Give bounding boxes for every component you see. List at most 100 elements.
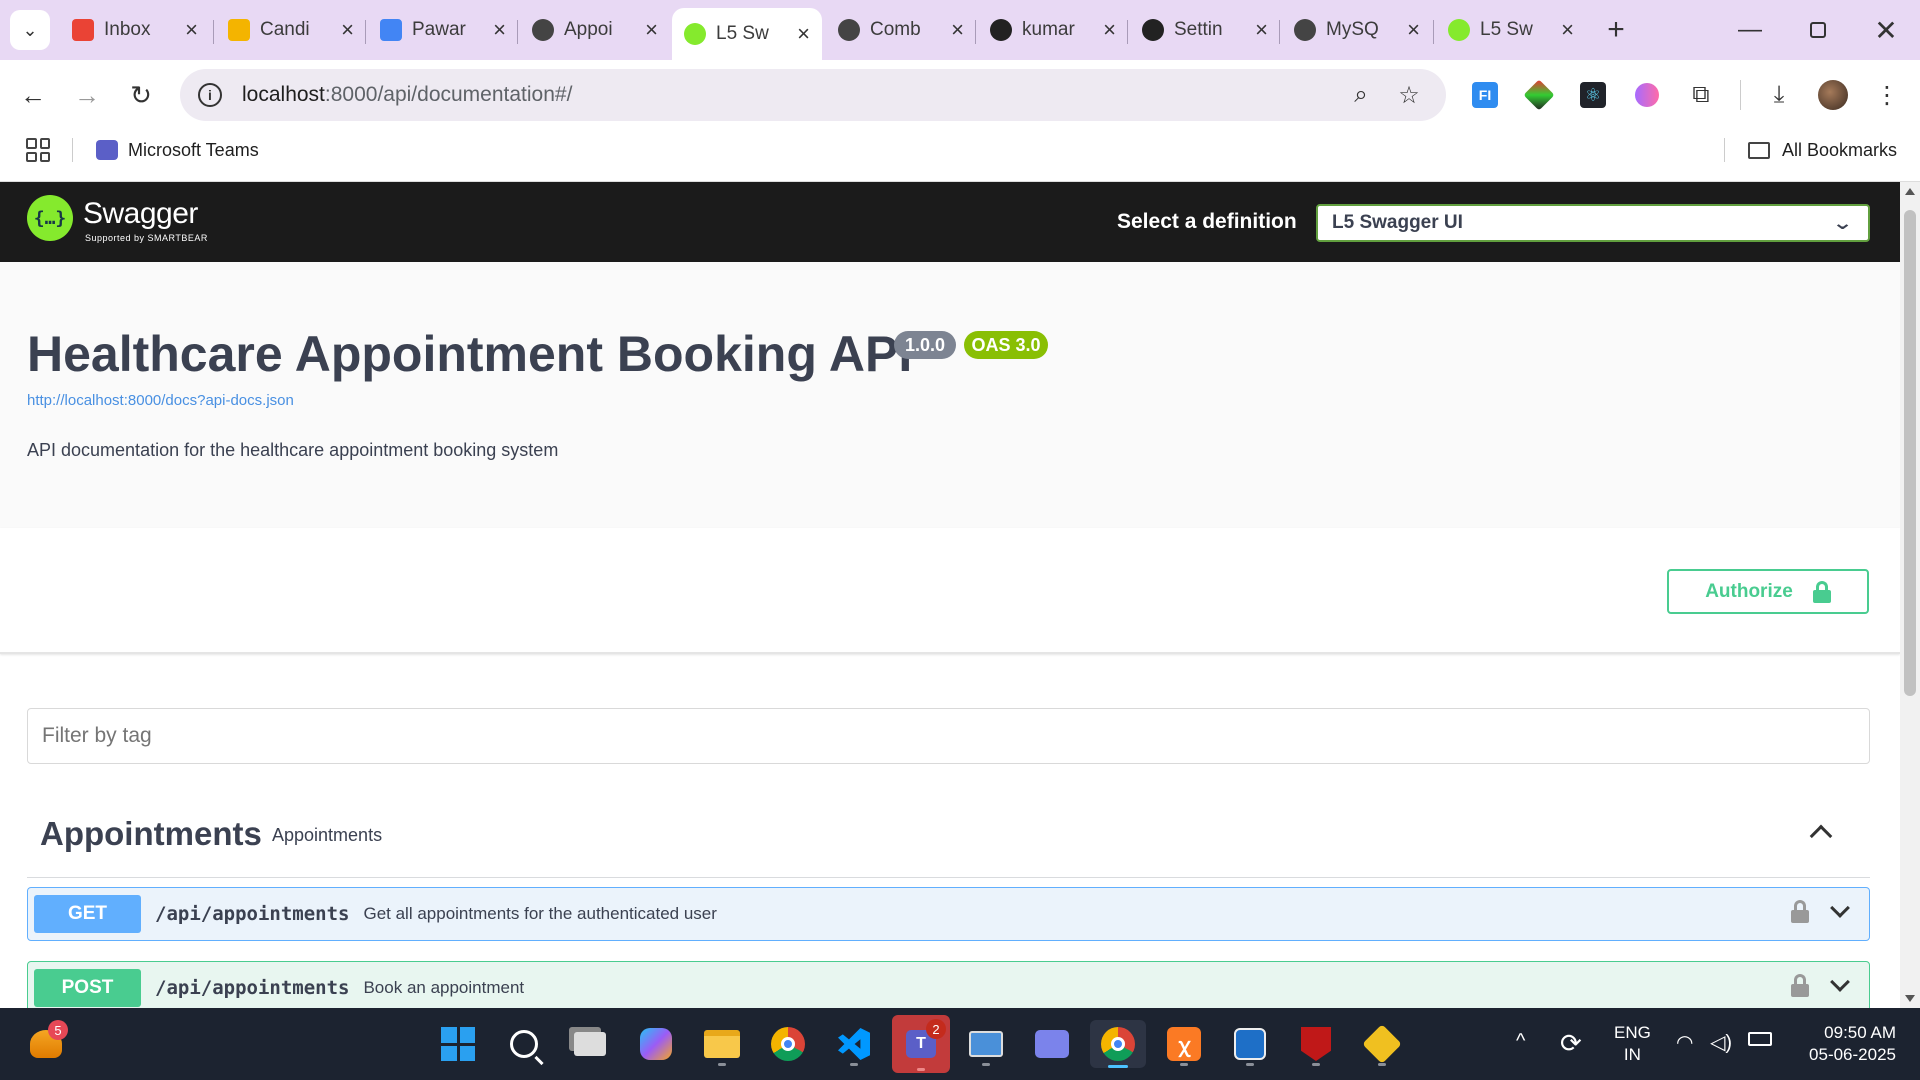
- browser-tab[interactable]: Candi ×: [216, 8, 366, 52]
- tab-close-icon[interactable]: ×: [797, 21, 810, 47]
- github-icon: [990, 19, 1012, 41]
- profile-avatar[interactable]: [1818, 80, 1848, 110]
- search-icon: [510, 1030, 544, 1066]
- forward-button[interactable]: →: [70, 78, 104, 112]
- tab-close-icon[interactable]: ×: [1255, 17, 1268, 43]
- vscode-button[interactable]: [830, 1020, 878, 1068]
- start-button[interactable]: [434, 1020, 482, 1068]
- browser-tab[interactable]: kumar ×: [978, 8, 1128, 52]
- extensions-puzzle-icon[interactable]: ⧉: [1686, 80, 1716, 110]
- extension-fi-icon[interactable]: FI: [1470, 80, 1500, 110]
- language-indicator[interactable]: ENG IN: [1614, 1022, 1651, 1066]
- vscode-icon: [838, 1028, 870, 1060]
- tab-close-icon[interactable]: ×: [493, 17, 506, 43]
- operation-get-appointments[interactable]: GET /api/appointments Get all appointmen…: [27, 887, 1870, 941]
- bookmark-microsoft-teams[interactable]: Microsoft Teams: [96, 136, 259, 164]
- task-view-button[interactable]: [566, 1020, 614, 1068]
- bookmark-star-icon[interactable]: ☆: [1394, 80, 1424, 110]
- download-icon[interactable]: ⤓: [1764, 80, 1794, 110]
- swagger-logo[interactable]: {…} Swagger Supported by SMARTBEAR: [27, 195, 208, 243]
- address-bar[interactable]: i localhost:8000/api/documentation#/: [180, 69, 1446, 121]
- chrome-button[interactable]: [764, 1020, 812, 1068]
- reload-button[interactable]: ↻: [124, 78, 158, 112]
- browser-tab[interactable]: L5 Sw ×: [1436, 8, 1586, 52]
- authorize-label: Authorize: [1705, 580, 1793, 602]
- all-bookmarks-button[interactable]: All Bookmarks: [1748, 136, 1897, 164]
- chevron-down-icon[interactable]: [1830, 972, 1850, 992]
- back-button[interactable]: ←: [16, 78, 50, 112]
- spec-link[interactable]: http://localhost:8000/docs?api-docs.json: [27, 392, 294, 409]
- sync-icon[interactable]: ⟳: [1560, 1028, 1582, 1059]
- tab-close-icon[interactable]: ×: [185, 17, 198, 43]
- scrollbar-thumb[interactable]: [1904, 210, 1916, 696]
- copilot-button[interactable]: [632, 1020, 680, 1068]
- tab-separator: [1279, 20, 1280, 44]
- browser-tab[interactable]: Settin ×: [1130, 8, 1280, 52]
- remote-desktop-button[interactable]: [962, 1020, 1010, 1068]
- tab-title: Candi: [260, 19, 310, 40]
- restore-button[interactable]: [1798, 10, 1838, 50]
- xampp-button[interactable]: ꭓ: [1160, 1020, 1208, 1068]
- scroll-up-arrow[interactable]: [1905, 188, 1915, 195]
- file-explorer-button[interactable]: [698, 1020, 746, 1068]
- extension-color-icon[interactable]: [1523, 79, 1555, 111]
- lock-icon[interactable]: [1791, 900, 1809, 924]
- xampp-icon: ꭓ: [1167, 1027, 1201, 1061]
- chevron-down-icon[interactable]: [1830, 898, 1850, 918]
- battery-icon[interactable]: [1748, 1032, 1772, 1046]
- chrome-active-button[interactable]: [1090, 1020, 1146, 1068]
- menu-kebab-icon[interactable]: ⋮: [1872, 80, 1902, 110]
- operation-post-appointments[interactable]: POST /api/appointments Book an appointme…: [27, 961, 1870, 1015]
- close-window-button[interactable]: ✕: [1866, 10, 1906, 50]
- tag-description: Appointments: [272, 825, 383, 845]
- folder-icon: [1748, 141, 1770, 159]
- tab-close-icon[interactable]: ×: [645, 17, 658, 43]
- toolbar-separator: [1740, 80, 1741, 110]
- app-settings-button[interactable]: [1226, 1020, 1274, 1068]
- wifi-icon[interactable]: ◠: [1676, 1030, 1693, 1055]
- show-hidden-icons[interactable]: ^: [1516, 1030, 1525, 1053]
- tab-close-icon[interactable]: ×: [341, 17, 354, 43]
- clock[interactable]: 09:50 AM 05-06-2025: [1796, 1022, 1896, 1066]
- git-client-button[interactable]: [1358, 1020, 1406, 1068]
- browser-tab[interactable]: Appoi ×: [520, 8, 670, 52]
- authorize-button[interactable]: Authorize: [1667, 569, 1869, 614]
- teams-personal-button[interactable]: [1028, 1020, 1076, 1068]
- zoom-icon[interactable]: ⌕: [1346, 80, 1376, 110]
- browser-tab[interactable]: Comb ×: [826, 8, 976, 52]
- extension-brain-icon[interactable]: [1632, 80, 1662, 110]
- tab-title: Appoi: [564, 19, 613, 40]
- tab-close-icon[interactable]: ×: [1103, 17, 1116, 43]
- extension-react-icon[interactable]: ⚛: [1578, 80, 1608, 110]
- scroll-down-arrow[interactable]: [1905, 995, 1915, 1002]
- teams-button[interactable]: T 2: [892, 1015, 950, 1073]
- browser-tab[interactable]: Pawar ×: [368, 8, 518, 52]
- tab-search-button[interactable]: ⌄: [10, 10, 50, 50]
- apps-grid-icon[interactable]: [26, 138, 50, 162]
- method-badge: POST: [34, 969, 141, 1007]
- site-info-icon[interactable]: i: [198, 83, 222, 107]
- page-scrollbar[interactable]: [1900, 182, 1920, 1008]
- new-tab-button[interactable]: +: [1598, 12, 1634, 48]
- definition-select[interactable]: L5 Swagger UI ⌄: [1316, 204, 1870, 242]
- browser-tab[interactable]: Inbox ×: [60, 8, 210, 52]
- filter-by-tag-input[interactable]: Filter by tag: [27, 708, 1870, 764]
- settings-app-icon: [1234, 1028, 1266, 1060]
- chevron-up-icon[interactable]: [1806, 816, 1836, 848]
- search-button[interactable]: [500, 1020, 548, 1068]
- minimize-button[interactable]: —: [1730, 10, 1770, 50]
- browser-tab[interactable]: L5 Sw ×: [672, 8, 822, 60]
- mcafee-icon: [1301, 1027, 1331, 1061]
- volume-icon[interactable]: ◁): [1710, 1030, 1732, 1055]
- lock-icon[interactable]: [1791, 974, 1809, 998]
- browser-tab[interactable]: MySQ ×: [1282, 8, 1432, 52]
- tab-separator: [517, 20, 518, 44]
- tab-close-icon[interactable]: ×: [951, 17, 964, 43]
- teams-icon: [96, 140, 118, 160]
- widgets-button[interactable]: 5: [22, 1020, 70, 1068]
- operation-path: /api/appointments: [155, 977, 350, 999]
- mcafee-button[interactable]: [1292, 1020, 1340, 1068]
- tab-close-icon[interactable]: ×: [1561, 17, 1574, 43]
- filter-placeholder: Filter by tag: [42, 724, 152, 747]
- tab-close-icon[interactable]: ×: [1407, 17, 1420, 43]
